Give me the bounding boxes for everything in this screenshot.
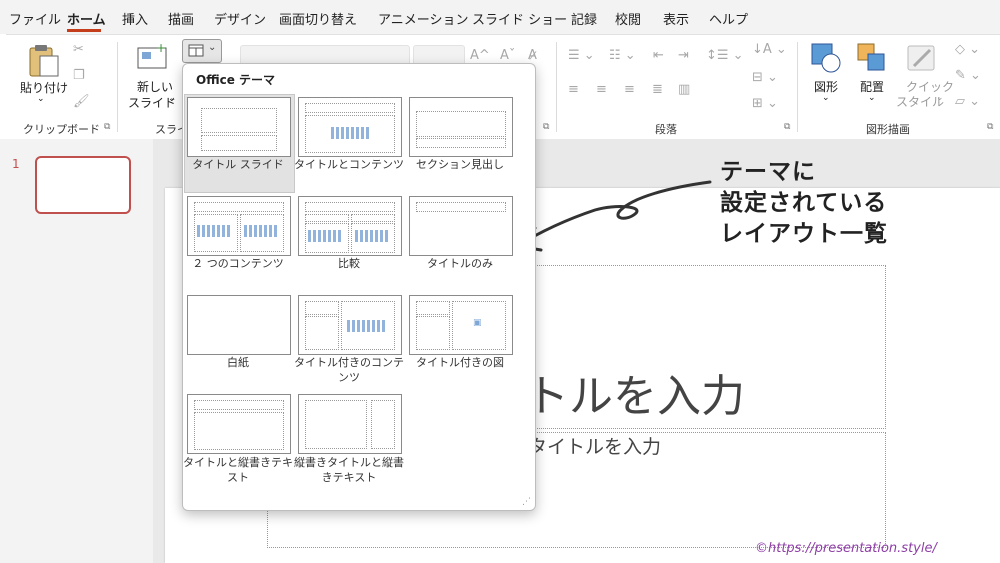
slide-thumbnail[interactable] [35, 156, 131, 214]
layout-chevron-icon: ⌄ [208, 42, 217, 53]
separator [556, 42, 557, 132]
new-slide-icon[interactable]: + [136, 42, 168, 70]
menu-transitions[interactable]: 画面切り替え [279, 9, 357, 28]
menu-design[interactable]: デザイン [214, 9, 266, 28]
arrange-chevron-icon[interactable]: ⌄ [868, 93, 876, 103]
layout-label-title-slide: タイトル スライド [192, 158, 284, 171]
clipboard-launcher-icon[interactable]: ⧉ [104, 122, 110, 132]
line-spacing-icon[interactable]: ↕☰ ⌄ [706, 48, 744, 63]
menu-animations[interactable]: アニメーション [378, 9, 468, 28]
justify-icon[interactable]: ≣ [652, 82, 663, 97]
layout-label-title-content: タイトルとコンテンツ [294, 158, 404, 171]
numbering-icon[interactable]: ☷ ⌄ [609, 48, 636, 63]
cut-icon[interactable]: ✂ [73, 42, 84, 57]
layout-thumb-section-header[interactable] [409, 97, 513, 157]
drawing-launcher-icon[interactable]: ⧉ [987, 122, 993, 132]
layout-thumb-comparison[interactable] [298, 196, 402, 256]
layout-label-content-caption: タイトル付きのコンテンツ [294, 356, 404, 384]
shape-outline-icon[interactable]: ✎ ⌄ [955, 68, 981, 83]
shrink-font-icon[interactable]: Aˇ [500, 48, 515, 63]
layout-label-picture-caption: タイトル付きの図 [416, 356, 504, 369]
menu-insert[interactable]: 挿入 [122, 9, 148, 28]
layout-thumb-title-content[interactable] [298, 97, 402, 157]
slide-number: 1 [12, 157, 20, 171]
layout-label-title-only: タイトルのみ [427, 257, 493, 270]
align-left-icon[interactable]: ≡ [568, 82, 579, 97]
separator [797, 42, 798, 132]
text-direction-icon[interactable]: ↓A ⌄ [752, 42, 787, 57]
drawing-group-label: 図形描画 [866, 123, 910, 136]
clear-format-icon[interactable]: A̷ [528, 48, 537, 63]
layout-icon [188, 44, 204, 57]
active-tab-underline [67, 29, 101, 32]
gallery-title: Office テーマ [196, 73, 276, 87]
shapes-chevron-icon[interactable]: ⌄ [822, 93, 830, 103]
quick-style-chevron-icon[interactable]: ⌄ [936, 93, 944, 103]
layout-thumb-title-only[interactable] [409, 196, 513, 256]
shapes-icon[interactable] [810, 42, 842, 74]
copyright-watermark: ©https://presentation.style/ [755, 541, 937, 556]
align-center-icon[interactable]: ≡ [596, 82, 607, 97]
new-slide-label[interactable]: 新しい [137, 78, 173, 95]
format-painter-icon[interactable]: 🖌 [73, 94, 90, 109]
paste-chevron-icon[interactable]: ⌄ [37, 94, 45, 104]
font-launcher-icon[interactable]: ⧉ [543, 122, 549, 132]
clipboard-group-label: クリップボード [23, 123, 100, 136]
menu-file[interactable]: ファイル [9, 9, 61, 28]
shape-effects-icon[interactable]: ▱ ⌄ [955, 94, 980, 109]
layout-label-comparison: 比較 [338, 257, 360, 270]
separator [117, 42, 118, 132]
smartart-icon[interactable]: ⊞ ⌄ [752, 96, 778, 111]
menu-slideshow[interactable]: スライド ショー [472, 9, 567, 28]
layout-label-two-content: ２ つのコンテンツ [192, 257, 284, 270]
align-text-icon[interactable]: ⊟ ⌄ [752, 70, 778, 85]
title-placeholder-text: トルを入力 [525, 371, 745, 422]
layout-thumb-two-content[interactable] [187, 196, 291, 256]
subtitle-placeholder-text: タイトルを入力 [528, 436, 662, 458]
layout-thumb-vertical-title-text[interactable] [298, 394, 402, 454]
paragraph-launcher-icon[interactable]: ⧉ [784, 122, 790, 132]
arrange-icon[interactable] [856, 42, 888, 74]
layout-thumb-title-vertical-text[interactable] [187, 394, 291, 454]
layout-thumb-title-slide[interactable] [187, 97, 291, 157]
picture-placeholder-icon: ▣ [473, 318, 482, 328]
annotation-arrow [515, 180, 712, 252]
layout-label-title-vertical-text: タイトルと縦書きテキスト [183, 456, 293, 484]
layout-thumb-picture-caption[interactable]: ▣ [409, 295, 513, 355]
layout-label-section-header: セクション見出し [416, 158, 504, 171]
bullets-icon[interactable]: ☰ ⌄ [568, 48, 595, 63]
paste-icon[interactable] [26, 42, 60, 78]
menu-review[interactable]: 校閲 [615, 9, 641, 28]
align-right-icon[interactable]: ≡ [624, 82, 635, 97]
layout-label-blank: 白紙 [227, 356, 249, 369]
paragraph-group-label: 段落 [655, 123, 677, 136]
increase-indent-icon[interactable]: ⇥ [678, 48, 689, 63]
menu-home[interactable]: ホーム [67, 9, 106, 28]
layout-thumb-blank[interactable] [187, 295, 291, 355]
columns-icon[interactable]: ▥ [678, 82, 690, 97]
layout-label-vertical-title-text: 縦書きタイトルと縦書きテキスト [294, 456, 404, 484]
decrease-indent-icon[interactable]: ⇤ [653, 48, 664, 63]
menu-bar: ファイル ホーム 挿入 描画 デザイン 画面切り替え アニメーション スライド … [0, 0, 1000, 34]
grow-font-icon[interactable]: A^ [470, 48, 490, 63]
layout-button[interactable]: ⌄ [182, 39, 222, 63]
menu-record[interactable]: 記録 [571, 9, 597, 28]
annotation-text: テーマに 設定されている レイアウト一覧 [720, 159, 888, 247]
new-slide-chevron-icon[interactable]: ⌄ [168, 94, 176, 104]
shape-fill-icon[interactable]: ◇ ⌄ [955, 42, 980, 57]
resize-grip-icon[interactable]: ⋰ [522, 497, 531, 507]
menu-help[interactable]: ヘルプ [709, 9, 748, 28]
copy-icon[interactable]: ❐ [73, 68, 85, 83]
layout-thumb-content-caption[interactable] [298, 295, 402, 355]
quick-style-icon[interactable] [906, 42, 938, 74]
svg-text:+: + [156, 42, 166, 55]
menu-draw[interactable]: 描画 [168, 9, 194, 28]
menu-view[interactable]: 表示 [663, 9, 689, 28]
